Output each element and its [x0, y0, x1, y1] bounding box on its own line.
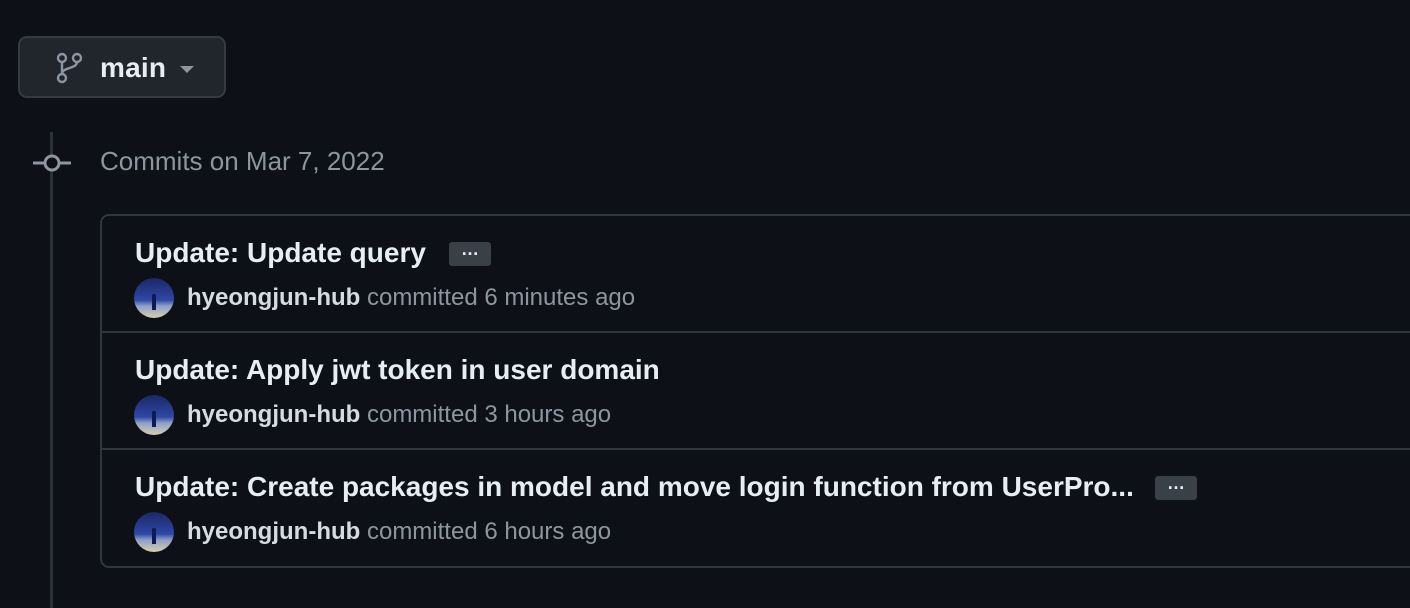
commit-action: committed	[366, 518, 478, 545]
avatar[interactable]	[134, 278, 174, 318]
expand-message-button[interactable]: …	[1155, 474, 1197, 500]
commits-date-heading: Commits on Mar 7, 2022	[100, 146, 385, 176]
commit-action: committed	[366, 284, 478, 311]
commit-meta: hyeongjun-hub committed 3 hours ago	[187, 399, 611, 431]
commit-time[interactable]: 6 hours ago	[484, 518, 611, 545]
expand-message-button[interactable]: …	[449, 240, 491, 266]
commit-list: Update: Update query … hyeongjun-hub com…	[100, 214, 1410, 568]
caret-down-icon	[180, 66, 194, 73]
timeline-line	[50, 132, 53, 608]
commit-action: committed	[366, 401, 478, 428]
commit-row: Update: Apply jwt token in user domain h…	[102, 333, 1410, 450]
commit-time[interactable]: 3 hours ago	[484, 401, 611, 428]
commit-title-link[interactable]: Update: Create packages in model and mov…	[135, 470, 1134, 504]
git-branch-icon	[56, 52, 83, 84]
branch-select-button[interactable]: main	[18, 36, 226, 98]
commit-meta: hyeongjun-hub committed 6 minutes ago	[187, 282, 635, 314]
avatar[interactable]	[134, 395, 174, 435]
commit-meta: hyeongjun-hub committed 6 hours ago	[187, 516, 611, 548]
commit-title-link[interactable]: Update: Apply jwt token in user domain	[135, 353, 660, 387]
commit-row: Update: Create packages in model and mov…	[102, 450, 1410, 566]
branch-name: main	[100, 52, 167, 83]
commit-title-link[interactable]: Update: Update query	[135, 236, 426, 270]
commit-time[interactable]: 6 minutes ago	[484, 284, 635, 311]
author-link[interactable]: hyeongjun-hub	[187, 284, 360, 311]
commits-page: main Commits on Mar 7, 2022 Update: Upda…	[0, 0, 1410, 608]
avatar[interactable]	[134, 512, 174, 552]
author-link[interactable]: hyeongjun-hub	[187, 518, 360, 545]
git-commit-icon	[33, 154, 71, 172]
author-link[interactable]: hyeongjun-hub	[187, 401, 360, 428]
commit-row: Update: Update query … hyeongjun-hub com…	[102, 216, 1410, 333]
